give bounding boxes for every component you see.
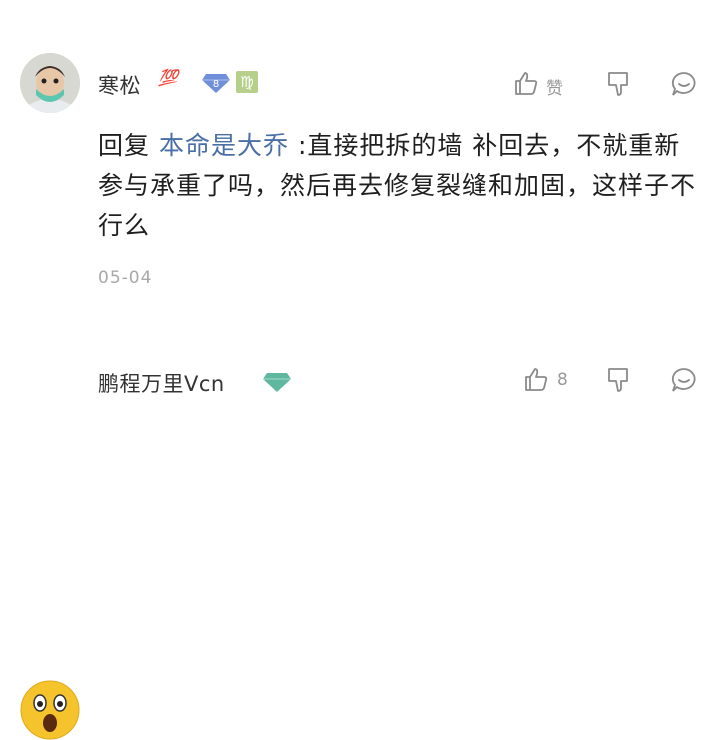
comment-button[interactable] xyxy=(670,366,698,398)
comment-body: 回复 本命是大乔 :直接把拆的墙 补回去，不就重新参与承重了吗，然后再去修复裂缝… xyxy=(98,126,698,246)
user-avatar[interactable] xyxy=(20,53,80,113)
reply-target-username[interactable]: 本命是大乔 xyxy=(159,131,289,160)
thumb-down-icon xyxy=(608,72,628,96)
virgo-sign-icon: ♍ xyxy=(236,71,258,93)
like-button[interactable] xyxy=(523,366,549,396)
diamond-level-icon xyxy=(262,371,292,397)
like-button[interactable] xyxy=(513,70,539,100)
diamond-level-icon: 8 xyxy=(201,72,231,98)
user-avatar[interactable] xyxy=(20,680,80,740)
hundred-points-badge-icon: 💯 xyxy=(158,68,178,87)
comment-icon xyxy=(671,72,696,96)
thumb-up-icon xyxy=(525,368,548,391)
dislike-button[interactable] xyxy=(606,366,632,398)
username[interactable]: 寒松 xyxy=(98,70,141,100)
like-count: 8 xyxy=(557,370,568,390)
comment-item: 寒松 💯 8 ♍ 赞 回复 本命是大乔 :直接把拆的墙 补回去，不就重新参与承重… xyxy=(0,0,720,330)
thumb-up-icon xyxy=(515,72,538,95)
reply-prefix: 回复 xyxy=(98,131,151,160)
comment-button[interactable] xyxy=(670,70,698,102)
dislike-button[interactable] xyxy=(606,70,632,102)
thumb-down-icon xyxy=(608,368,628,392)
like-label[interactable]: 赞 xyxy=(546,74,563,99)
username[interactable]: 鹏程万里Vcn xyxy=(98,368,225,398)
comment-date: 05-04 xyxy=(98,268,153,288)
level-number: 8 xyxy=(213,79,219,90)
comment-icon xyxy=(671,368,696,392)
comment-item: 鹏程万里Vcn 8 xyxy=(0,330,720,740)
